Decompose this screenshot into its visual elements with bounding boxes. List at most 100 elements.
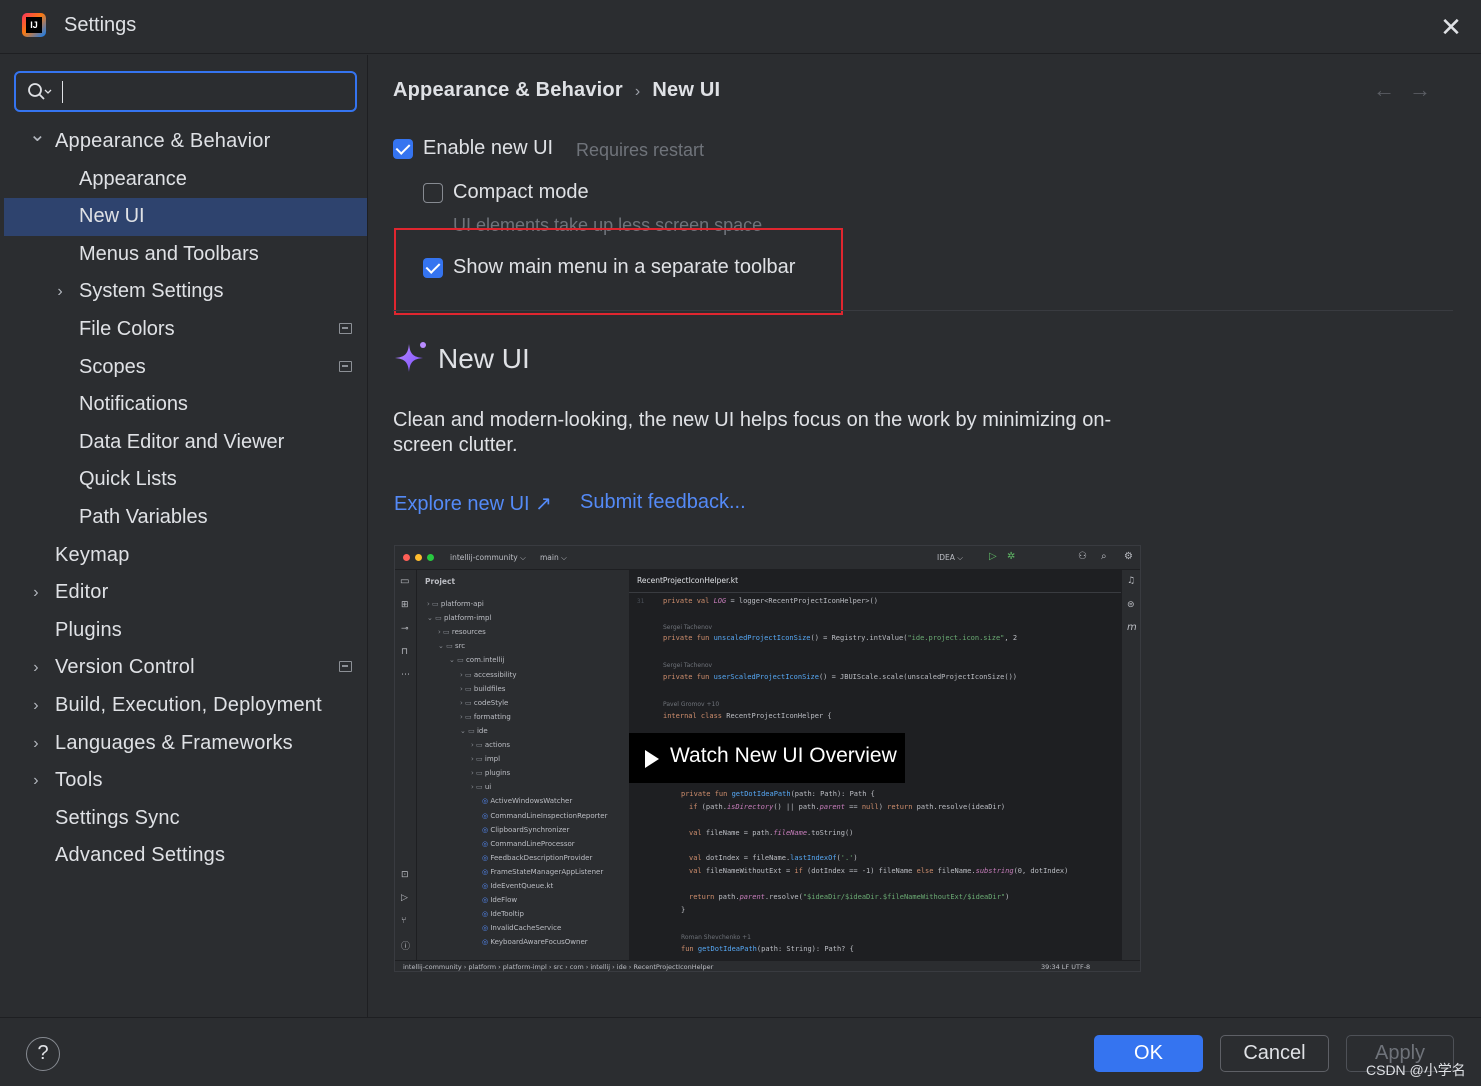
- settings-tree: ⌄ Appearance & Behavior Appearance New UI Me…: [0, 123, 367, 875]
- chevron-down-icon[interactable]: ⌄: [29, 117, 46, 155]
- text-cursor: [62, 81, 63, 103]
- green-dot-icon: [427, 554, 434, 561]
- debug-icon: ✲: [1007, 551, 1016, 562]
- code-line: val fileName = path.fileName.toString(): [689, 829, 854, 837]
- title-bar: Settings ✕: [0, 0, 1481, 54]
- sidebar-item-label: Advanced Settings: [55, 844, 226, 867]
- sidebar-item-appearance[interactable]: Appearance: [0, 161, 367, 199]
- back-arrow-icon[interactable]: ←: [1373, 77, 1409, 102]
- new-ui-description: Clean and modern-looking, the new UI hel…: [393, 409, 1112, 456]
- explore-new-ui-link[interactable]: Explore new UI ↗: [394, 491, 552, 516]
- commit-icon: ⊸: [401, 624, 409, 634]
- sidebar-item-label: Appearance: [79, 167, 187, 190]
- sidebar-item-path-variables[interactable]: Path Variables: [0, 499, 367, 537]
- maven-icon: m: [1127, 622, 1137, 633]
- close-button[interactable]: ✕: [1436, 12, 1466, 42]
- sparkle-icon: [395, 342, 426, 372]
- chevron-right-icon[interactable]: ›: [53, 273, 67, 311]
- enable-new-ui-label[interactable]: Enable new UI: [423, 137, 553, 160]
- bookmark-icon: ⊓: [401, 647, 409, 657]
- sidebar-item-label: Notifications: [79, 393, 188, 416]
- forward-arrow-icon[interactable]: →: [1409, 77, 1445, 102]
- folder-icon: › ▭: [427, 600, 441, 608]
- breadcrumb-current: New UI: [652, 79, 721, 101]
- breadcrumb-parent[interactable]: Appearance & Behavior: [393, 79, 623, 101]
- database-icon: ⊜: [1127, 600, 1135, 610]
- sidebar-item-tools[interactable]: › Tools: [0, 762, 367, 800]
- preview-tree-node: ◎ IdeTooltip: [482, 910, 524, 918]
- sidebar-item-build-execution-deployment[interactable]: › Build, Execution, Deployment: [0, 687, 367, 725]
- cancel-button[interactable]: Cancel: [1220, 1035, 1329, 1072]
- sidebar-item-file-colors[interactable]: File Colors: [0, 311, 367, 349]
- code-line: private fun userScaledProjectIconSize() …: [663, 673, 1018, 681]
- sidebar-item-menus-and-toolbars[interactable]: Menus and Toolbars: [0, 236, 367, 274]
- preview-tree-node: ◎ ActiveWindowsWatcher: [482, 797, 572, 805]
- sidebar-item-quick-lists[interactable]: Quick Lists: [0, 461, 367, 499]
- sidebar-item-keymap[interactable]: Keymap: [0, 537, 367, 575]
- preview-branch: main ⌵: [540, 553, 567, 562]
- ok-button[interactable]: OK: [1094, 1035, 1203, 1072]
- preview-tree-node: › ▭ actions: [471, 741, 510, 749]
- sidebar-item-label: Menus and Toolbars: [79, 242, 259, 265]
- code-line: return path.parent.resolve("$ideaDir/$id…: [689, 893, 1010, 901]
- chevron-right-icon[interactable]: ›: [29, 725, 43, 763]
- preview-tree-node: ⌄ ▭ src: [438, 642, 465, 650]
- sidebar-item-label: Data Editor and Viewer: [79, 430, 285, 453]
- compact-mode-checkbox[interactable]: [423, 183, 443, 203]
- preview-run-config: IDEA ⌵: [937, 553, 963, 562]
- search-icon[interactable]: [26, 81, 52, 103]
- preview-status-bar: intellij-community › platform › platform…: [395, 960, 1140, 971]
- sidebar-item-appearance-behavior[interactable]: ⌄ Appearance & Behavior: [0, 123, 367, 161]
- chevron-right-icon[interactable]: ›: [29, 574, 43, 612]
- sidebar-item-languages-frameworks[interactable]: › Languages & Frameworks: [0, 725, 367, 763]
- preview-tree-node: ◎ FeedbackDescriptionProvider: [482, 854, 592, 862]
- preview-tree-node: ◎ IdeFlow: [482, 896, 517, 904]
- sidebar-item-label: File Colors: [79, 317, 175, 340]
- search-field[interactable]: [14, 71, 357, 112]
- chevron-right-icon[interactable]: ›: [29, 687, 43, 725]
- preview-tree-node: ◎ CommandLineInspectionReporter: [482, 812, 607, 820]
- sidebar-item-notifications[interactable]: Notifications: [0, 386, 367, 424]
- new-ui-preview-image[interactable]: intellij-community ⌵ main ⌵ IDEA ⌵ ▷ ✲ ⚇…: [394, 545, 1141, 972]
- submit-feedback-link[interactable]: Submit feedback...: [580, 491, 746, 514]
- preview-tree-node-label: ui: [484, 783, 492, 792]
- chevron-right-icon[interactable]: ›: [29, 762, 43, 800]
- help-button[interactable]: ?: [26, 1037, 60, 1071]
- preview-tree-node-label: ClipboardSynchronizer: [490, 825, 570, 834]
- watch-overview-play-button[interactable]: Watch New UI Overview: [629, 733, 905, 783]
- sidebar-item-settings-sync[interactable]: Settings Sync: [0, 800, 367, 838]
- sidebar-item-advanced-settings[interactable]: Advanced Settings: [0, 837, 367, 875]
- preview-tree-node-label: IdeFlow: [490, 896, 518, 905]
- preview-project-panel: Project › ▭ platform-api ⌄ ▭ platform-imp…: [417, 570, 629, 960]
- preview-tree-node: ◎ IdeEventQueue.kt: [482, 882, 553, 890]
- preview-tree-node-label: CommandLineProcessor: [490, 839, 575, 848]
- compact-mode-label[interactable]: Compact mode: [453, 181, 589, 204]
- git-icon: ⑂: [401, 916, 407, 926]
- sidebar-item-label: Languages & Frameworks: [55, 731, 293, 754]
- sidebar-item-plugins[interactable]: Plugins: [0, 612, 367, 650]
- sidebar-item-data-editor-and-viewer[interactable]: Data Editor and Viewer: [0, 424, 367, 462]
- chevron-right-icon[interactable]: ›: [29, 649, 43, 687]
- preview-tree-node-label: com.intellij: [465, 656, 505, 665]
- preview-project-header: Project: [425, 577, 456, 586]
- enable-new-ui-checkbox[interactable]: [393, 139, 413, 159]
- folder-icon: › ▭: [460, 712, 474, 721]
- code-line: val fileNameWithoutExt = if (dotIndex ==…: [689, 867, 1069, 875]
- preview-tree-node: › ▭ platform-api: [427, 600, 484, 608]
- sidebar-item-system-settings[interactable]: › System Settings: [0, 273, 367, 311]
- sidebar-item-new-ui[interactable]: New UI: [4, 198, 367, 236]
- search-input[interactable]: [66, 77, 346, 107]
- sidebar-item-scopes[interactable]: Scopes: [0, 349, 367, 387]
- user-icon: ⚇: [1078, 551, 1087, 562]
- sidebar-item-editor[interactable]: › Editor: [0, 574, 367, 612]
- line-number: 31: [637, 598, 645, 605]
- sidebar-item-version-control[interactable]: › Version Control: [0, 649, 367, 687]
- sidebar-item-label: Plugins: [55, 618, 122, 641]
- preview-tree-node: › ▭ plugins: [471, 769, 510, 777]
- folder-icon: › ▭: [460, 698, 474, 707]
- preview-tree-node: ◎ InvalidCacheService: [482, 924, 561, 932]
- preview-tree-node-label: CommandLineInspectionReporter: [490, 811, 608, 820]
- preview-toolbar: intellij-community ⌵ main ⌵ IDEA ⌵ ▷ ✲ ⚇…: [395, 546, 1140, 570]
- folder-icon: ▭: [400, 576, 410, 587]
- sidebar-item-label: Tools: [55, 769, 103, 792]
